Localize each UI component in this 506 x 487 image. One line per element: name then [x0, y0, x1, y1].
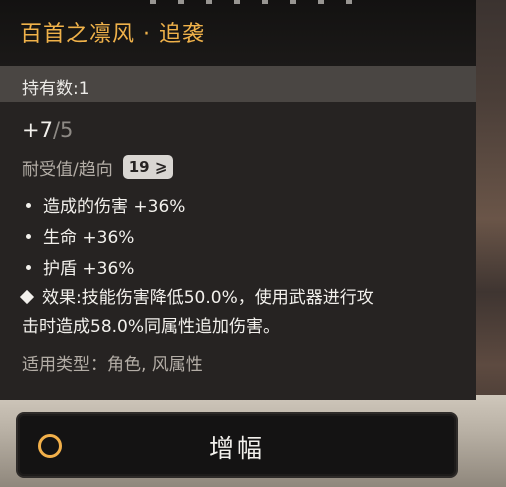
item-detail-panel: 百首之凛风 · 追袭 持有数:1 +7/5 耐受值/趋向 19 ⩾ 造成的伤害 …: [0, 0, 476, 400]
stat-item: 生命 +36%: [26, 223, 134, 248]
item-title: 百首之凛风 · 追袭: [20, 22, 205, 47]
level-current: +7: [22, 118, 53, 142]
bullet-icon: [26, 264, 31, 270]
preference-label: 耐受值/趋向: [22, 159, 113, 180]
preference-row: 耐受值/趋向 19 ⩾: [22, 154, 174, 180]
diamond-icon: [19, 289, 35, 305]
preference-badge: 19 ⩾: [122, 155, 174, 179]
owned-count: 持有数:1: [22, 79, 90, 99]
owned-count-bar: 持有数:1: [0, 66, 476, 102]
level-separator: /: [52, 118, 61, 142]
effect-description: 效果:技能伤害降低50.0%，使用武器进行攻 击时造成58.0%同属性追加伤害。: [19, 284, 462, 342]
effect-line-1: 效果:技能伤害降低50.0%，使用武器进行攻: [42, 288, 374, 308]
amplify-button-label: 增幅: [208, 434, 265, 463]
title-bar: 百首之凛风 · 追袭: [0, 0, 476, 66]
amplify-button[interactable]: 增幅: [16, 412, 458, 478]
stat-label: 生命 +36%: [43, 228, 135, 248]
enhance-level: +7/5: [22, 118, 73, 142]
stat-label: 造成的伤害 +36%: [43, 197, 186, 217]
bullet-icon: [26, 202, 31, 208]
applicable-types: 适用类型：角色, 风属性: [22, 355, 203, 375]
level-max: 5: [60, 118, 74, 142]
stat-label: 护盾 +36%: [43, 259, 135, 279]
bullet-icon: [26, 233, 31, 239]
stat-item: 护盾 +36%: [26, 254, 134, 279]
stat-item: 造成的伤害 +36%: [26, 192, 185, 217]
effect-line-2: 击时造成58.0%同属性追加伤害。: [22, 317, 281, 337]
rarity-decor: [150, 0, 370, 4]
